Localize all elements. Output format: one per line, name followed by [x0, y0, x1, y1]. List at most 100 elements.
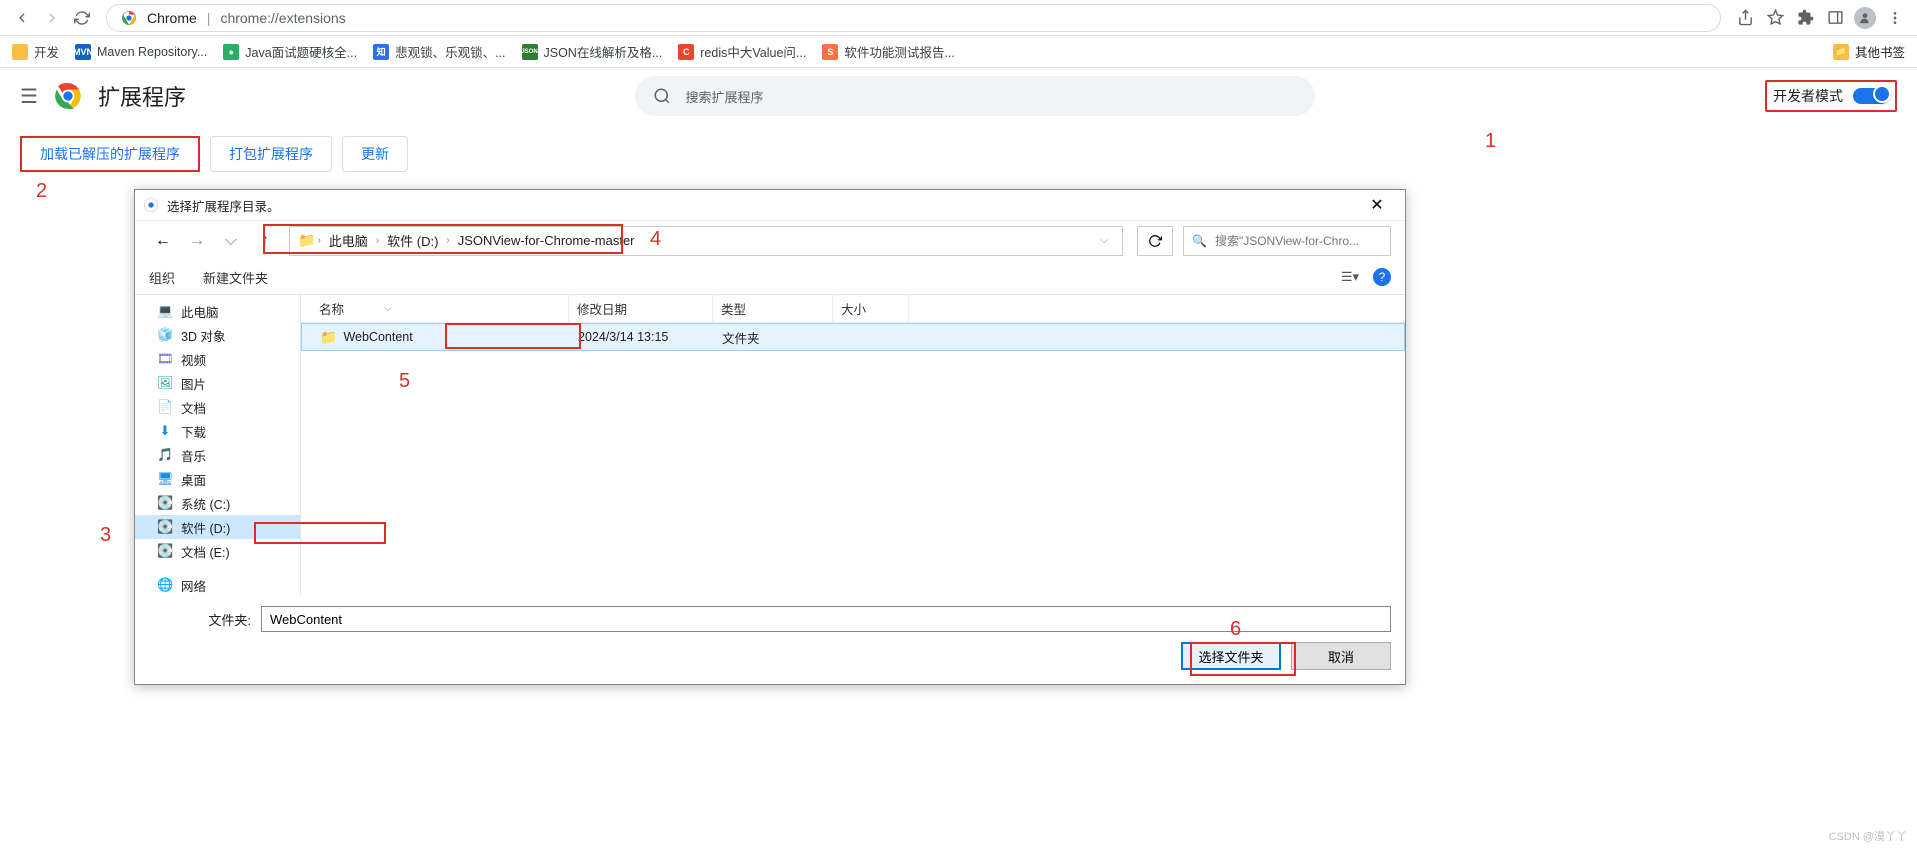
tree-item[interactable]: 💽系统 (C:) [135, 491, 300, 515]
tree-item[interactable]: 💻此电脑 [135, 299, 300, 323]
dialog-bottom: 文件夹: [135, 596, 1405, 642]
share-icon[interactable] [1731, 4, 1759, 32]
bookmark-item[interactable]: 开发 [12, 42, 59, 61]
tree-item[interactable]: 🧊3D 对象 [135, 323, 300, 347]
tree-item[interactable]: 🎵音乐 [135, 443, 300, 467]
folder-icon: 📁 [320, 329, 337, 346]
annotation-4: 4 [650, 228, 661, 251]
new-folder-button[interactable]: 新建文件夹 [203, 268, 268, 287]
tree-icon: 💽 [157, 543, 173, 559]
file-list: 名称⌵ 修改日期 类型 大小 📁WebContent 2024/3/14 13:… [301, 295, 1405, 596]
tree-icon: ⬇ [157, 423, 173, 439]
tree-item[interactable]: ⬇下载 [135, 419, 300, 443]
tree-icon: 💻 [157, 303, 173, 319]
col-type[interactable]: 类型 [713, 295, 833, 322]
tree-item[interactable]: 🖼图片 [135, 371, 300, 395]
col-date[interactable]: 修改日期 [569, 295, 713, 322]
nav-recent-icon[interactable]: ⌵ [217, 232, 245, 250]
tree-icon: 💽 [157, 495, 173, 511]
close-icon[interactable]: ✕ [1357, 195, 1397, 215]
tree-item[interactable]: 🎞视频 [135, 347, 300, 371]
folder-dialog: 选择扩展程序目录。 ✕ ← → ⌵ ↑ 📁 › 此电脑 › 软件 (D:) › … [134, 189, 1406, 685]
page-header: ☰ 扩展程序 搜索扩展程序 开发者模式 [0, 68, 1917, 124]
bookmark-bar: 开发 MVNMaven Repository... ●Java面试题硬核全... 知悲… [0, 36, 1917, 68]
browser-toolbar: Chrome | chrome://extensions [0, 0, 1917, 36]
favicon: 知 [373, 44, 389, 60]
help-icon[interactable]: ? [1373, 268, 1391, 286]
nav-up-icon[interactable]: ↑ [251, 232, 279, 250]
search-input[interactable]: 搜索扩展程序 [635, 76, 1315, 116]
tree-icon: 🧊 [157, 327, 173, 343]
tree-icon: 🎵 [157, 447, 173, 463]
bookmark-item[interactable]: Credis中大Value问... [678, 42, 806, 61]
bookmark-item[interactable]: ●Java面试题硬核全... [223, 42, 357, 61]
profile-button[interactable] [1851, 4, 1879, 32]
favicon: ● [223, 44, 239, 60]
chrome-logo-icon [54, 82, 82, 110]
folder-tree: 💻此电脑🧊3D 对象🎞视频🖼图片📄文档⬇下载🎵音乐🖥桌面💽系统 (C:)💽软件 … [135, 295, 301, 596]
bookmark-item[interactable]: 知悲观锁、乐观锁、... [373, 42, 505, 61]
annotation-6: 6 [1230, 618, 1241, 641]
file-row[interactable]: 📁WebContent 2024/3/14 13:15 文件夹 [301, 323, 1405, 351]
dialog-search-input[interactable]: 🔍 搜索"JSONView-for-Chro... [1183, 226, 1391, 256]
search-icon: 🔍 [1192, 234, 1207, 248]
addr-url: chrome://extensions [220, 10, 345, 26]
favicon: MVN [75, 44, 91, 60]
menu-icon[interactable] [1881, 4, 1909, 32]
sidepanel-icon[interactable] [1821, 4, 1849, 32]
forward-button[interactable] [38, 4, 66, 32]
nav-forward-icon[interactable]: → [183, 232, 211, 250]
tree-item[interactable]: 🌐网络 [135, 573, 300, 596]
chevron-down-icon[interactable]: ⌵ [1100, 235, 1108, 246]
nav-back-icon[interactable]: ← [149, 232, 177, 250]
cancel-button[interactable]: 取消 [1291, 642, 1391, 670]
back-button[interactable] [8, 4, 36, 32]
view-icon[interactable]: ☰▾ [1341, 269, 1359, 285]
annotation-2: 2 [36, 180, 47, 203]
load-unpacked-button[interactable]: 加载已解压的扩展程序 [20, 136, 200, 172]
tree-item[interactable]: 💽软件 (D:) [135, 515, 300, 539]
folder-name-input[interactable] [261, 606, 1391, 632]
watermark: CSDN @漠丫丫 [1829, 828, 1907, 844]
col-name[interactable]: 名称⌵ [301, 295, 569, 322]
tree-icon: 💽 [157, 519, 173, 535]
hamburger-icon[interactable]: ☰ [20, 84, 38, 109]
update-button[interactable]: 更新 [342, 136, 408, 172]
chrome-icon [143, 197, 159, 213]
folder-icon: 📁 [298, 232, 315, 249]
tree-icon: 📄 [157, 399, 173, 415]
path-breadcrumb[interactable]: 📁 › 此电脑 › 软件 (D:) › JSONView-for-Chrome-… [289, 226, 1123, 256]
annotation-1: 1 [1485, 130, 1496, 153]
star-icon[interactable] [1761, 4, 1789, 32]
tree-item[interactable]: 🖥桌面 [135, 467, 300, 491]
bookmark-item[interactable]: JSONJSON在线解析及格... [522, 42, 663, 61]
favicon: C [678, 44, 694, 60]
organize-button[interactable]: 组织 [149, 268, 175, 287]
dialog-toolbar: 组织 新建文件夹 ☰▾ ? [135, 260, 1405, 294]
dialog-titlebar: 选择扩展程序目录。 ✕ [135, 190, 1405, 220]
annotation-3: 3 [100, 524, 111, 547]
reload-button[interactable] [68, 4, 96, 32]
col-size[interactable]: 大小 [833, 295, 909, 322]
tree-icon: 🖥 [157, 471, 173, 487]
page-title: 扩展程序 [98, 80, 186, 112]
address-bar[interactable]: Chrome | chrome://extensions [106, 4, 1721, 32]
tree-item[interactable]: 📄文档 [135, 395, 300, 419]
developer-mode-toggle[interactable]: 开发者模式 [1765, 80, 1897, 112]
search-icon [653, 87, 671, 105]
refresh-button[interactable] [1137, 226, 1173, 256]
tree-icon: 🖼 [157, 375, 173, 391]
tree-item[interactable]: 💽文档 (E:) [135, 539, 300, 563]
other-bookmarks[interactable]: 📁 其他书签 [1833, 42, 1905, 61]
toggle-switch[interactable] [1853, 88, 1889, 104]
annotation-5: 5 [399, 370, 410, 393]
extensions-icon[interactable] [1791, 4, 1819, 32]
bookmark-item[interactable]: S软件功能测试报告... [822, 42, 954, 61]
tree-icon: 🎞 [157, 351, 173, 367]
addr-site: Chrome [147, 10, 197, 26]
favicon: JSON [522, 44, 538, 60]
bookmark-item[interactable]: MVNMaven Repository... [75, 44, 207, 60]
favicon: S [822, 44, 838, 60]
select-folder-button[interactable]: 选择文件夹 [1181, 642, 1281, 670]
pack-extension-button[interactable]: 打包扩展程序 [210, 136, 332, 172]
